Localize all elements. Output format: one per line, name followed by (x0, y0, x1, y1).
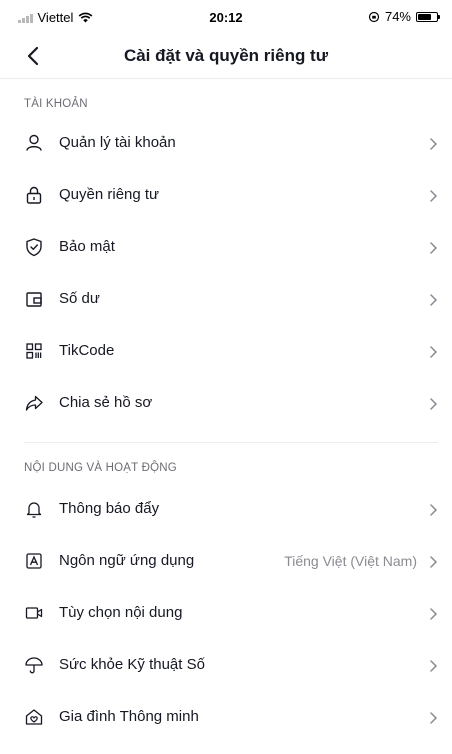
signal-icon (18, 13, 33, 23)
chevron-right-icon (430, 346, 438, 358)
settings-item-share-profile[interactable]: Chia sẻ hồ sơ (0, 378, 452, 430)
settings-item-label: Thông báo đẩy (59, 500, 160, 517)
battery-percent: 74% (384, 9, 411, 24)
chevron-right-icon (430, 556, 438, 568)
settings-item-label: TikCode (59, 342, 115, 359)
umbrella-icon (25, 657, 43, 674)
chevron-right-icon (430, 294, 438, 306)
chevron-right-icon (430, 190, 438, 202)
chevron-right-icon (430, 712, 438, 724)
chevron-left-icon (27, 46, 39, 66)
settings-item-label: Quản lý tài khoản (59, 134, 176, 151)
orientation-lock-icon (368, 11, 380, 22)
settings-item-label: Ngôn ngữ ứng dụng (59, 552, 195, 569)
battery-icon (416, 11, 440, 22)
settings-item-label: Gia đình Thông minh (59, 708, 199, 725)
settings-item-label: Tùy chọn nội dung (59, 604, 183, 621)
family-home-icon (25, 709, 43, 725)
chevron-right-icon (430, 608, 438, 620)
settings-item-label: Quyền riêng tư (59, 186, 160, 203)
settings-item-digital-wellbeing[interactable]: Sức khỏe Kỹ thuật Số (0, 640, 452, 692)
header: Cài đặt và quyền riêng tư (0, 34, 452, 79)
settings-item-privacy[interactable]: Quyền riêng tư (0, 170, 452, 222)
status-bar: Viettel 20:12 74% (0, 0, 452, 34)
page-title: Cài đặt và quyền riêng tư (123, 46, 329, 65)
video-icon (25, 607, 43, 619)
settings-item-family-pairing[interactable]: Gia đình Thông minh (0, 692, 452, 744)
settings-item-balance[interactable]: Số dư (0, 274, 452, 326)
carrier-label: Viettel (37, 10, 74, 25)
settings-item-security[interactable]: Bảo mật (0, 222, 452, 274)
language-icon (26, 553, 42, 569)
chevron-right-icon (430, 398, 438, 410)
wifi-icon (79, 12, 93, 23)
chevron-right-icon (430, 504, 438, 516)
chevron-right-icon (430, 660, 438, 672)
qr-code-icon (26, 343, 42, 359)
settings-item-tikcode[interactable]: TikCode (0, 326, 452, 378)
settings-item-label: Bảo mật (59, 238, 115, 255)
battery-fill (418, 13, 432, 20)
section-title-content-activity: NỘI DUNG VÀ HOẠT ĐỘNG (24, 462, 177, 474)
lock-icon (26, 186, 42, 204)
share-icon (25, 395, 43, 411)
settings-item-content-preferences[interactable]: Tùy chọn nội dung (0, 588, 452, 640)
settings-item-value: Tiếng Việt (Việt Nam) (284, 553, 417, 569)
shield-icon (26, 238, 42, 257)
chevron-right-icon (430, 242, 438, 254)
status-left: Viettel (18, 10, 93, 25)
settings-item-label: Sức khỏe Kỹ thuật Số (59, 656, 205, 673)
chevron-right-icon (430, 138, 438, 150)
settings-item-manage-account[interactable]: Quản lý tài khoản (0, 118, 452, 170)
section-title-account: TÀI KHOẢN (24, 98, 88, 110)
settings-item-push-notifications[interactable]: Thông báo đẩy (0, 484, 452, 536)
settings-item-label: Số dư (59, 290, 100, 307)
back-button[interactable] (22, 44, 46, 68)
settings-item-label: Chia sẻ hồ sơ (59, 394, 153, 411)
status-right: 74% (368, 9, 440, 24)
settings-item-app-language[interactable]: Ngôn ngữ ứng dụng Tiếng Việt (Việt Nam) (0, 536, 452, 588)
bell-icon (26, 502, 42, 518)
person-icon (26, 134, 42, 151)
section-divider (24, 442, 438, 443)
wallet-icon (26, 292, 42, 307)
